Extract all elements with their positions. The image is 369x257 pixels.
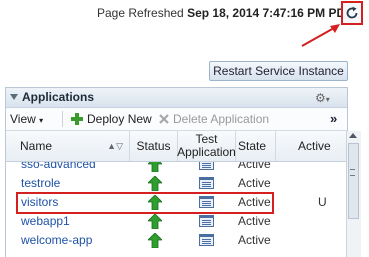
restart-service-instance-button[interactable]: Restart Service Instance xyxy=(209,61,348,81)
toolbar-overflow-button[interactable]: » xyxy=(330,111,337,126)
application-active: U xyxy=(318,195,327,209)
status-up-arrow-icon xyxy=(147,213,163,232)
view-menu[interactable]: View ▾ xyxy=(10,112,43,126)
toolbar-divider xyxy=(62,111,63,127)
refresh-label: Page Refreshed xyxy=(97,6,184,20)
scroll-up-icon[interactable] xyxy=(349,133,357,138)
test-application-icon[interactable] xyxy=(199,162,214,173)
column-status-label: Status xyxy=(136,139,171,153)
sort-arrows-icon[interactable]: ▲▽ xyxy=(107,141,123,152)
table-row[interactable]: welcome-app Active xyxy=(6,231,332,250)
column-header-test-application[interactable]: Test Application xyxy=(177,131,236,161)
application-name-link[interactable]: webapp1 xyxy=(21,214,70,228)
deploy-new-button[interactable]: Deploy New xyxy=(70,112,152,126)
applications-panel: Applications ⚙▾ View ▾ Deploy New Delete… xyxy=(5,87,348,257)
application-state: Active xyxy=(238,176,271,190)
column-header-state[interactable]: State xyxy=(236,131,276,161)
column-active-label: Active xyxy=(298,139,331,153)
delete-application-label: Delete Application xyxy=(173,112,270,126)
column-header-status[interactable]: Status xyxy=(130,131,178,161)
annotation-highlight-box xyxy=(16,192,274,214)
view-label: View xyxy=(10,112,36,126)
vertical-scrollbar[interactable] xyxy=(346,131,361,257)
refresh-timestamp: Sep 18, 2014 7:47:16 PM PDT xyxy=(187,6,353,20)
table-header: Name ▲▽ Status Test Application State Ac… xyxy=(6,131,347,162)
test-application-icon[interactable] xyxy=(199,234,214,249)
scrollbar-thumb[interactable] xyxy=(348,143,359,219)
deploy-new-label: Deploy New xyxy=(87,112,152,126)
gear-menu-button[interactable]: ⚙▾ xyxy=(315,91,330,105)
application-name-link[interactable]: testrole xyxy=(21,176,60,190)
refresh-icon xyxy=(346,6,358,19)
panel-header: Applications ⚙▾ xyxy=(6,88,347,108)
column-state-label: State xyxy=(238,139,267,153)
application-name-link[interactable]: sso-advanced xyxy=(21,162,96,171)
collapse-icon[interactable] xyxy=(10,94,18,100)
delete-x-icon xyxy=(159,114,169,124)
status-up-arrow-icon xyxy=(147,232,163,251)
column-header-name[interactable]: Name ▲▽ xyxy=(6,131,130,161)
plus-icon xyxy=(71,113,83,125)
test-application-icon[interactable] xyxy=(199,177,214,192)
scrollbar-grip-icon xyxy=(350,169,355,176)
table-row[interactable]: sso-advanced Active xyxy=(6,162,332,174)
column-test-label-line2: Application xyxy=(177,145,236,159)
delete-application-button[interactable]: Delete Application xyxy=(158,112,269,126)
column-header-active[interactable]: Active xyxy=(276,131,332,161)
chevron-down-icon: ▾ xyxy=(325,95,330,104)
page-refreshed-text: Page Refreshed Sep 18, 2014 7:47:16 PM P… xyxy=(97,6,353,20)
panel-title: Applications xyxy=(22,90,95,104)
annotation-arrow xyxy=(301,24,340,47)
gear-icon: ⚙ xyxy=(315,91,326,105)
application-name-link[interactable]: welcome-app xyxy=(21,233,92,247)
application-state: Active xyxy=(238,214,271,228)
test-application-icon[interactable] xyxy=(199,215,214,230)
table-row[interactable]: webapp1 Active xyxy=(6,212,332,231)
panel-toolbar: View ▾ Deploy New Delete Application » xyxy=(6,108,347,131)
application-state: Active xyxy=(238,233,271,247)
chevron-down-icon: ▾ xyxy=(39,116,44,125)
table-row[interactable]: testrole Active xyxy=(6,174,332,193)
column-name-label: Name xyxy=(20,139,53,153)
refresh-button[interactable] xyxy=(341,1,363,25)
application-state: Active xyxy=(238,162,271,171)
